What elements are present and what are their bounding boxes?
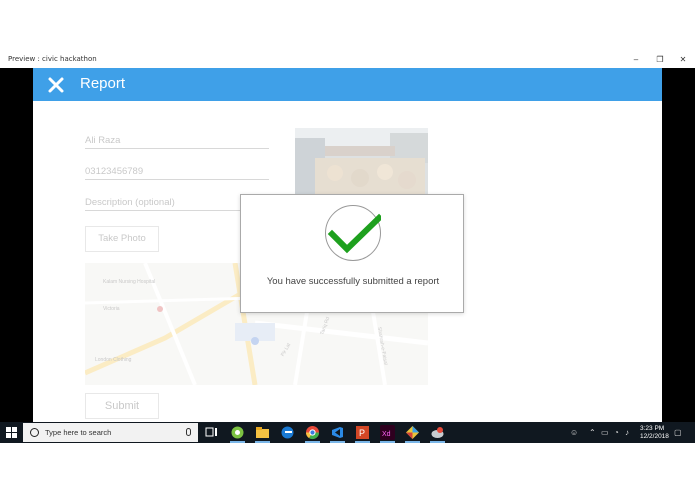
taskbar-search[interactable]: Type here to search [23, 423, 198, 442]
active-indicator [230, 441, 245, 443]
windows-start-icon[interactable] [6, 427, 17, 438]
window-title-bar: Preview : civic hackathon – ❐ ✕ [0, 52, 695, 68]
checkmark-icon [327, 213, 381, 254]
svg-text:Xd: Xd [382, 431, 391, 438]
chevron-up-icon[interactable]: ⌃ [589, 428, 596, 437]
app2-icon[interactable] [430, 425, 445, 440]
volume-icon[interactable]: ♪ [625, 428, 629, 437]
file-explorer-icon[interactable] [255, 425, 270, 440]
name-field[interactable]: Ali Raza [85, 135, 269, 149]
chat-icon[interactable] [230, 425, 245, 440]
active-indicator [405, 441, 420, 443]
clock-time[interactable]: 3:23 PM [640, 425, 664, 432]
active-indicator [255, 441, 270, 443]
phone-field[interactable]: 03123456789 [85, 166, 269, 180]
adobe-xd-icon[interactable]: Xd [380, 425, 395, 440]
map-label-poi3: London Clothing [95, 357, 132, 363]
active-indicator [355, 441, 370, 443]
microphone-icon[interactable] [186, 428, 191, 436]
page-title: Report [80, 75, 126, 92]
search-placeholder: Type here to search [45, 428, 112, 437]
close-window-button[interactable]: ✕ [677, 54, 689, 66]
visual-studio-icon[interactable] [330, 425, 345, 440]
check-circle [325, 205, 381, 261]
take-photo-button[interactable]: Take Photo [85, 226, 159, 252]
success-message: You have successfully submitted a report [266, 276, 440, 287]
app-header: Report [33, 68, 662, 101]
success-dialog: You have successfully submitted a report [240, 194, 464, 313]
active-indicator [380, 441, 395, 443]
active-indicator [430, 441, 445, 443]
map-label-poi1: Kalam Nursing Hospital [103, 279, 156, 285]
powerpoint-icon[interactable]: P [355, 425, 370, 440]
active-indicator [305, 441, 320, 443]
notifications-icon[interactable]: ▢ [674, 428, 682, 437]
window-title: Preview : civic hackathon [8, 55, 97, 63]
map-label-poi2: Victoria [103, 306, 120, 312]
clock-date[interactable]: 12/2/2018 [640, 433, 669, 440]
screen: Preview : civic hackathon – ❐ ✕ Report A… [0, 0, 695, 494]
letterbox-right [662, 68, 695, 422]
task-view-icon[interactable] [204, 425, 219, 440]
close-icon[interactable] [47, 76, 65, 94]
minimize-button[interactable]: – [630, 54, 642, 66]
cortana-icon [30, 428, 39, 437]
battery-icon[interactable]: ▭ [601, 428, 609, 437]
active-indicator [330, 441, 345, 443]
letterbox-left [0, 68, 33, 422]
submit-button[interactable]: Submit [85, 393, 159, 419]
people-icon[interactable]: ☺ [570, 428, 578, 437]
chrome-icon[interactable] [305, 425, 320, 440]
photo-thumbnail [295, 128, 428, 195]
edge-icon[interactable] [280, 425, 295, 440]
network-icon[interactable]: ◔ [614, 428, 619, 437]
restore-button[interactable]: ❐ [654, 54, 666, 66]
app-icon[interactable] [405, 425, 420, 440]
taskbar: Type here to search P Xd ☺ ⌃ ▭ ◔ ♪ 3:23 … [0, 422, 695, 443]
svg-text:P: P [359, 428, 365, 438]
